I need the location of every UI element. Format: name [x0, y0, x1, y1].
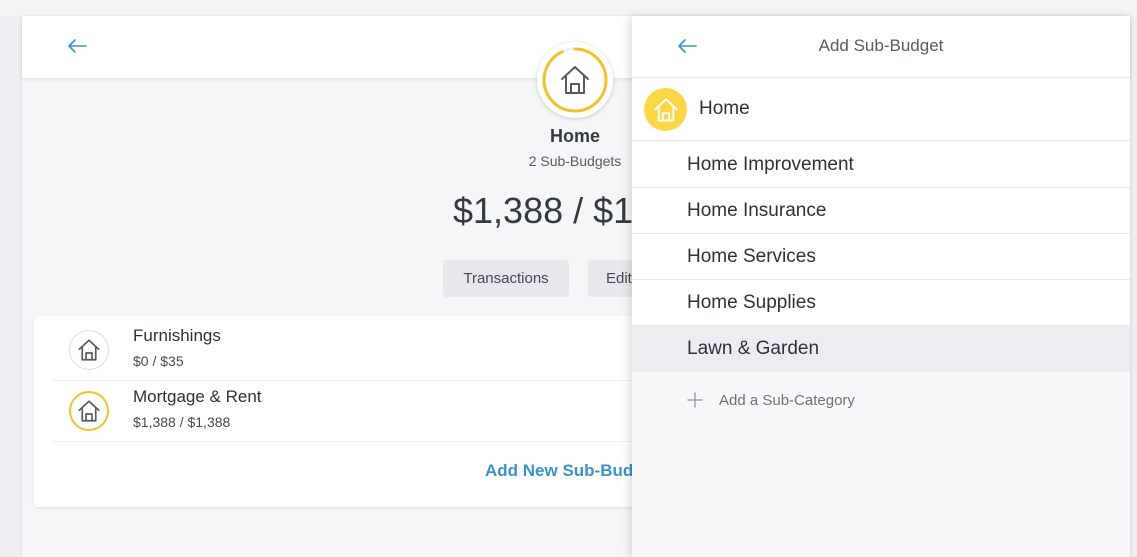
sub-category-label: Home Services — [687, 246, 816, 267]
sub-category-label: Lawn & Garden — [687, 338, 820, 359]
house-icon — [78, 339, 100, 361]
sub-category-list: Home Improvement Home Insurance Home Ser… — [632, 142, 1130, 372]
panel-header: Add Sub-Budget — [632, 16, 1130, 78]
sub-budget-icon-badge — [69, 330, 109, 370]
sub-category-lawn-garden[interactable]: Lawn & Garden — [632, 326, 1130, 372]
sub-budget-icon-badge — [69, 391, 109, 431]
house-icon — [78, 400, 100, 422]
category-icon-badge — [537, 42, 613, 118]
sub-budget-amount: $0 / $35 — [133, 353, 184, 369]
add-sub-category-label: Add a Sub-Category — [719, 392, 855, 409]
row-divider — [52, 441, 712, 442]
panel-title: Add Sub-Budget — [818, 36, 944, 55]
sub-category-home-supplies[interactable]: Home Supplies — [632, 280, 1130, 326]
parent-category-icon-badge — [644, 88, 687, 131]
house-icon — [654, 98, 677, 121]
add-sub-budget-panel: Add Sub-Budget Home Home Improvement Hom… — [632, 16, 1130, 557]
sub-category-home-services[interactable]: Home Services — [632, 234, 1130, 280]
arrow-left-icon — [68, 39, 87, 53]
sub-category-home-insurance[interactable]: Home Insurance — [632, 188, 1130, 234]
sub-budget-amount: $1,388 / $1,388 — [133, 414, 231, 430]
sub-budget-name: Furnishings — [133, 326, 221, 345]
back-button[interactable] — [63, 32, 91, 60]
house-icon — [561, 66, 589, 94]
add-new-sub-budget-link[interactable]: Add New Sub-Bud — [485, 461, 633, 481]
sub-category-label: Home Insurance — [687, 200, 827, 221]
sub-budget-row-furnishings[interactable]: Furnishings $0 / $35 — [34, 320, 734, 380]
budget-amount: $1,388 / $1, — [453, 190, 644, 231]
plus-icon — [687, 392, 703, 408]
sub-budget-list: Furnishings $0 / $35 Mortgage & Rent $1,… — [34, 316, 734, 507]
sub-category-home-improvement[interactable]: Home Improvement — [632, 142, 1130, 188]
parent-category-home[interactable]: Home — [632, 79, 1130, 141]
sub-budget-name: Mortgage & Rent — [133, 387, 262, 406]
transactions-button[interactable]: Transactions — [443, 260, 569, 297]
sub-budget-row-mortgage-rent[interactable]: Mortgage & Rent $1,388 / $1,388 — [34, 381, 734, 441]
parent-category-label: Home — [699, 98, 750, 119]
page-background-strip — [0, 0, 1137, 16]
budget-progress-ring — [542, 47, 608, 113]
sub-category-label: Home Improvement — [687, 154, 854, 175]
sub-category-label: Home Supplies — [687, 292, 816, 313]
